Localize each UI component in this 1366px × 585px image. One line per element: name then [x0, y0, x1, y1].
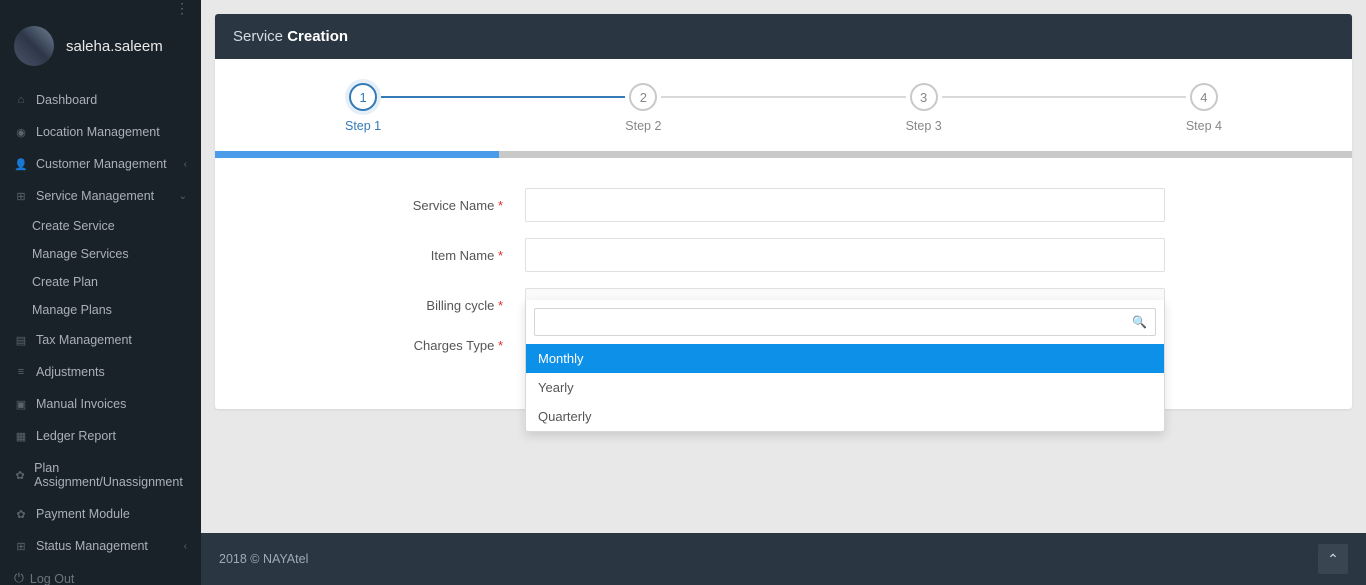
report-icon: ▦: [14, 430, 28, 443]
step-number: 4: [1190, 83, 1218, 111]
sidebar-sub-create-service[interactable]: Create Service: [0, 212, 201, 240]
sidebar-item-label: Ledger Report: [36, 429, 116, 443]
file-icon: ▣: [14, 398, 28, 411]
scroll-to-top[interactable]: ⌃: [1318, 544, 1348, 574]
page-title-bold: Creation: [287, 28, 348, 45]
sidebar-sub-manage-plans[interactable]: Manage Plans: [0, 296, 201, 324]
sidebar-item-manual-invoices[interactable]: ▣ Manual Invoices: [0, 388, 201, 420]
logout-link[interactable]: ⏻ Log Out: [0, 562, 201, 585]
step-label: Step 4: [1186, 119, 1222, 133]
gear-icon: ✿: [14, 469, 26, 482]
page-title-light: Service: [233, 28, 287, 45]
sidebar-item-customer[interactable]: 👤 Customer Management ‹: [0, 148, 201, 180]
required-mark: *: [498, 298, 503, 313]
sidebar-item-dashboard[interactable]: ⌂ Dashboard: [0, 84, 201, 116]
dropdown-option-yearly[interactable]: Yearly: [526, 373, 1164, 402]
footer: 2018 © NAYAtel ⌃: [201, 533, 1366, 585]
chevron-down-icon: ⌄: [179, 191, 187, 202]
step-number: 2: [629, 83, 657, 111]
step-number: 1: [349, 83, 377, 111]
sidebar-item-label: Adjustments: [36, 365, 105, 379]
label-charges-type: Charges Type *: [255, 338, 525, 353]
step-label: Step 2: [625, 119, 661, 133]
footer-text: 2018 © NAYAtel: [219, 552, 308, 566]
sidebar-sub-manage-services[interactable]: Manage Services: [0, 240, 201, 268]
sidebar-sub-create-plan[interactable]: Create Plan: [0, 268, 201, 296]
step-label: Step 3: [906, 119, 942, 133]
sidebar-item-status[interactable]: ⊞ Status Management ‹: [0, 530, 201, 562]
step-line: [942, 96, 1186, 98]
chevron-left-icon: ‹: [184, 159, 187, 170]
dropdown-search: 🔍: [534, 308, 1156, 336]
username: saleha.saleem: [66, 38, 163, 55]
sidebar-item-location[interactable]: ◉ Location Management: [0, 116, 201, 148]
sidebar-item-adjustments[interactable]: ≡ Adjustments: [0, 356, 201, 388]
label-billing-cycle: Billing cycle *: [255, 298, 525, 313]
required-mark: *: [498, 198, 503, 213]
step-1[interactable]: 1 Step 1: [345, 83, 381, 133]
label-item-name: Item Name *: [255, 248, 525, 263]
sidebar-item-label: Service Management: [36, 189, 154, 203]
sidebar-item-label: Status Management: [36, 539, 148, 553]
panel-header: Service Creation: [215, 14, 1352, 59]
chevron-left-icon: ‹: [184, 541, 187, 552]
step-label: Step 1: [345, 119, 381, 133]
row-service-name: Service Name *: [255, 188, 1312, 222]
step-2[interactable]: 2 Step 2: [625, 83, 661, 133]
home-icon: ⌂: [14, 94, 28, 106]
service-name-input[interactable]: [525, 188, 1165, 222]
sidebar-item-label: Location Management: [36, 125, 160, 139]
sidebar-item-label: Manual Invoices: [36, 397, 126, 411]
layers-icon: ▤: [14, 334, 28, 347]
progress-bar: [215, 151, 1352, 158]
profile-block[interactable]: saleha.saleem: [0, 14, 201, 84]
progress-fill: [215, 151, 499, 158]
required-mark: *: [498, 248, 503, 263]
step-4[interactable]: 4 Step 4: [1186, 83, 1222, 133]
power-icon: ⏻: [14, 571, 24, 585]
sitemap-icon: ⊞: [14, 540, 28, 553]
main-content: Service Creation 1 Step 1 2 Step 2 3 Ste…: [201, 0, 1366, 459]
step-number: 3: [910, 83, 938, 111]
step-3[interactable]: 3 Step 3: [906, 83, 942, 133]
sidebar-item-label: Dashboard: [36, 93, 97, 107]
sidebar-item-service[interactable]: ⊞ Service Management ⌄: [0, 180, 201, 212]
required-mark: *: [498, 338, 503, 353]
menu-dots-icon: ⋮: [175, 0, 189, 16]
sidebar: ⋮ saleha.saleem ⌂ Dashboard ◉ Location M…: [0, 0, 201, 585]
row-item-name: Item Name *: [255, 238, 1312, 272]
gear-icon: ✿: [14, 508, 28, 521]
sidebar-item-label: Payment Module: [36, 507, 130, 521]
billing-cycle-dropdown: 🔍 Monthly Yearly Quarterly: [525, 300, 1165, 432]
item-name-input[interactable]: [525, 238, 1165, 272]
search-icon: 🔍: [1132, 315, 1147, 329]
stepper: 1 Step 1 2 Step 2 3 Step 3 4 Step 4: [255, 83, 1312, 133]
sidebar-item-label: Plan Assignment/Unassignment: [34, 461, 187, 489]
sidebar-item-payment[interactable]: ✿ Payment Module: [0, 498, 201, 530]
step-line: [661, 96, 905, 98]
sidebar-item-plan-assignment[interactable]: ✿ Plan Assignment/Unassignment: [0, 452, 201, 498]
logout-label: Log Out: [30, 572, 74, 585]
sidebar-menu-toggle[interactable]: ⋮: [0, 0, 201, 14]
user-icon: 👤: [14, 158, 28, 171]
panel-body: 1 Step 1 2 Step 2 3 Step 3 4 Step 4: [215, 59, 1352, 409]
step-line: [381, 96, 625, 98]
sidebar-item-ledger[interactable]: ▦ Ledger Report: [0, 420, 201, 452]
globe-icon: ◉: [14, 126, 28, 139]
dropdown-option-quarterly[interactable]: Quarterly: [526, 402, 1164, 431]
avatar: [14, 26, 54, 66]
label-service-name: Service Name *: [255, 198, 525, 213]
dropdown-search-input[interactable]: [543, 315, 1132, 330]
chevron-up-icon: ⌃: [1327, 551, 1339, 568]
sitemap-icon: ⊞: [14, 190, 28, 203]
panel: Service Creation 1 Step 1 2 Step 2 3 Ste…: [215, 14, 1352, 409]
sidebar-item-label: Customer Management: [36, 157, 167, 171]
dropdown-option-monthly[interactable]: Monthly: [526, 344, 1164, 373]
sliders-icon: ≡: [14, 366, 28, 378]
sidebar-item-label: Tax Management: [36, 333, 132, 347]
sidebar-item-tax[interactable]: ▤ Tax Management: [0, 324, 201, 356]
